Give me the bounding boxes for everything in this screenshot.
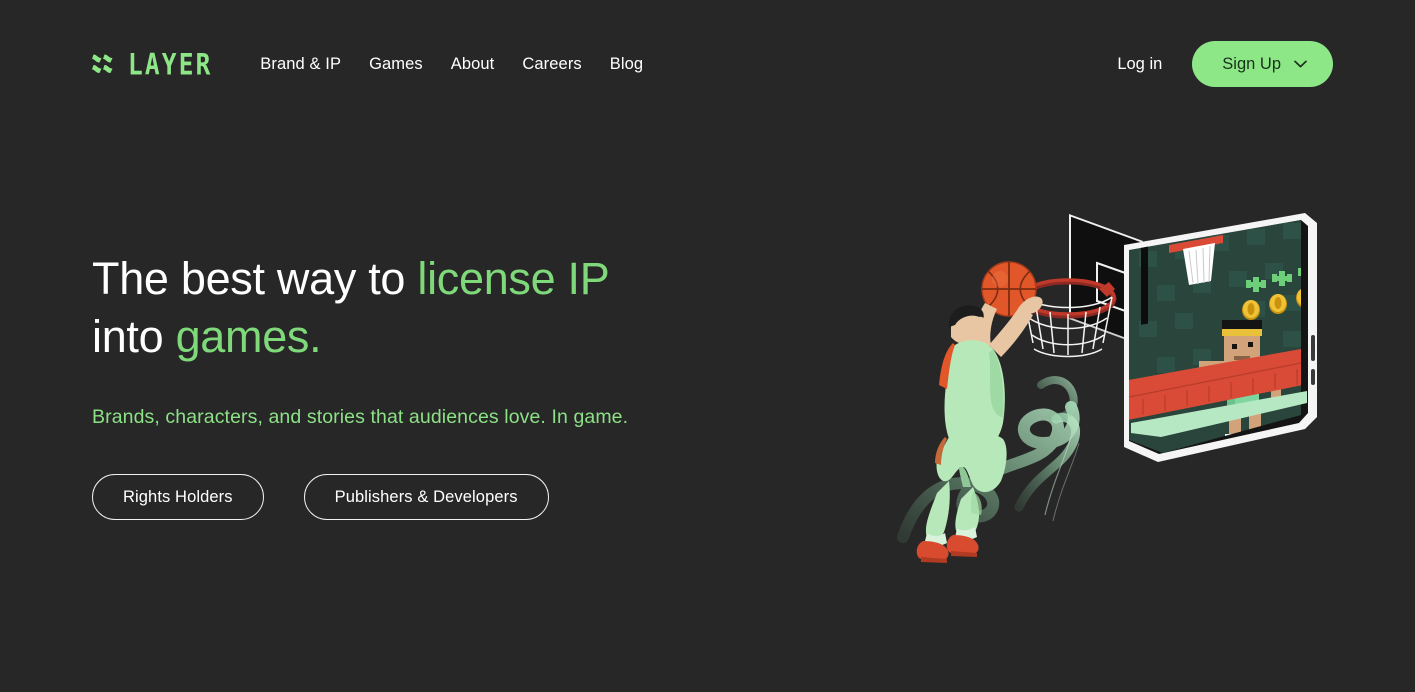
publishers-developers-button[interactable]: Publishers & Developers bbox=[304, 474, 549, 520]
hero-cta-group: Rights Holders Publishers & Developers bbox=[92, 474, 792, 520]
hero-section: The best way to license IP into games. B… bbox=[92, 250, 792, 520]
hero-illustration bbox=[893, 185, 1323, 565]
hero-subtitle: Brands, characters, and stories that aud… bbox=[92, 404, 792, 430]
layer-mark-icon bbox=[92, 53, 118, 75]
nav-item-brand-ip[interactable]: Brand & IP bbox=[260, 49, 355, 80]
chevron-down-icon bbox=[1294, 60, 1307, 68]
signup-button[interactable]: Sign Up bbox=[1192, 41, 1333, 87]
nav-item-games[interactable]: Games bbox=[355, 49, 437, 80]
tablet-device bbox=[1123, 210, 1323, 470]
signup-button-label: Sign Up bbox=[1222, 55, 1281, 74]
nav-item-blog[interactable]: Blog bbox=[596, 49, 657, 80]
headline-line-2-plain: into bbox=[92, 311, 176, 362]
main-nav: Brand & IP Games About Careers Blog bbox=[260, 49, 657, 80]
headline-line-2-accent: games. bbox=[176, 311, 322, 362]
site-header: LAYER Brand & IP Games About Careers Blo… bbox=[0, 0, 1415, 128]
nav-item-about[interactable]: About bbox=[437, 49, 509, 80]
brand-logo[interactable]: LAYER bbox=[92, 52, 214, 77]
login-link[interactable]: Log in bbox=[1117, 55, 1162, 74]
headline-line-1-plain: The best way to bbox=[92, 253, 417, 304]
landing-page: LAYER Brand & IP Games About Careers Blo… bbox=[0, 0, 1415, 692]
headline-line-1-accent: license IP bbox=[417, 253, 609, 304]
brand-wordmark: LAYER bbox=[128, 50, 213, 79]
hero-headline: The best way to license IP into games. bbox=[92, 250, 792, 366]
rights-holders-button[interactable]: Rights Holders bbox=[92, 474, 264, 520]
nav-item-careers[interactable]: Careers bbox=[508, 49, 595, 80]
